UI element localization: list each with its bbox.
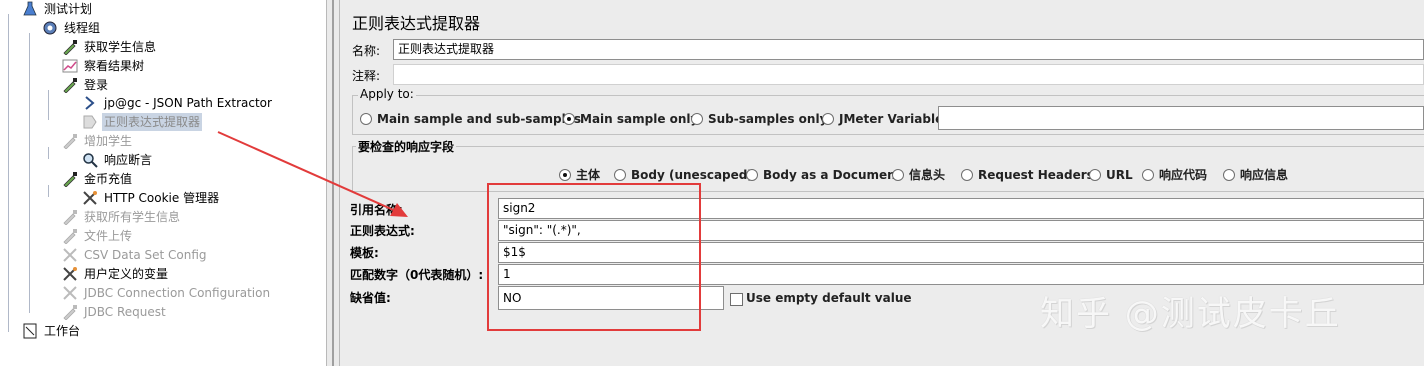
annotation-arrow xyxy=(217,131,408,217)
